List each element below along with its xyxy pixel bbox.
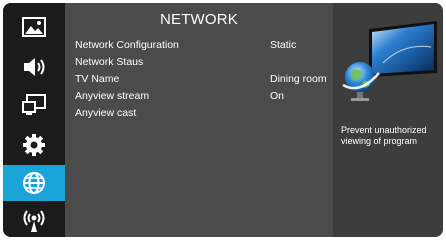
sidebar-item-picture[interactable] xyxy=(3,9,65,45)
menu-row-network-status[interactable]: Network Staus xyxy=(75,56,331,73)
screens-icon xyxy=(22,94,46,115)
row-value: On xyxy=(270,90,285,102)
sidebar-item-network[interactable] xyxy=(3,165,65,201)
page-title: NETWORK xyxy=(159,11,239,28)
network-menu: NETWORK Network Configuration Static Net… xyxy=(65,3,333,237)
row-label: Anyview stream xyxy=(75,90,150,102)
row-label: Network Staus xyxy=(75,56,144,68)
gear-icon xyxy=(23,134,45,156)
speaker-icon xyxy=(24,58,45,76)
image-icon xyxy=(22,17,46,37)
sidebar xyxy=(3,3,65,237)
row-label: TV Name xyxy=(75,73,120,85)
menu-row-anyview-stream[interactable]: Anyview stream On xyxy=(75,90,331,107)
sidebar-item-sound[interactable] xyxy=(3,49,65,85)
menu-row-anyview-cast[interactable]: Anyview cast xyxy=(75,107,331,124)
row-value: Dining room xyxy=(270,73,327,85)
menu-row-tv-name[interactable]: TV Name Dining room xyxy=(75,73,331,90)
info-panel: Prevent unauthorized viewing of program xyxy=(333,3,443,237)
row-value: Static xyxy=(270,39,297,51)
info-description: Prevent unauthorized viewing of program xyxy=(341,125,427,146)
sidebar-item-channel[interactable] xyxy=(3,87,65,123)
menu-row-network-configuration[interactable]: Network Configuration Static xyxy=(75,39,331,56)
tv-globe-illustration xyxy=(342,21,437,101)
tv-settings-window: NETWORK Network Configuration Static Net… xyxy=(3,3,443,237)
row-label: Anyview cast xyxy=(75,107,137,119)
broadcast-icon xyxy=(23,210,45,232)
row-label: Network Configuration xyxy=(75,39,179,51)
globe-icon xyxy=(23,172,45,194)
sidebar-item-settings[interactable] xyxy=(3,127,65,163)
sidebar-item-wireless[interactable] xyxy=(3,203,65,237)
